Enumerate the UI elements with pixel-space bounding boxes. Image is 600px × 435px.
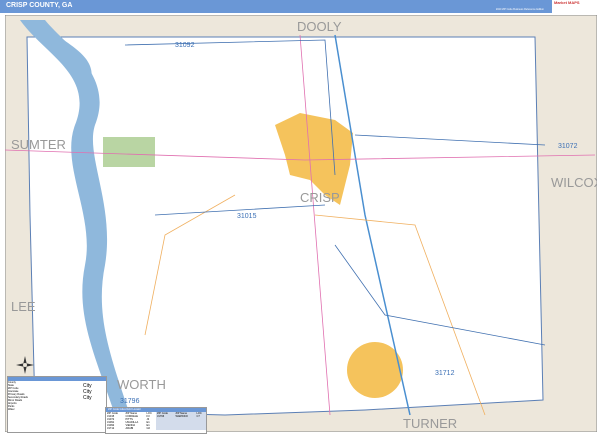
logo: Market MAPS: [554, 0, 580, 5]
legend-item: Water: [8, 408, 15, 411]
map-title: CRISP COUNTY, GA: [6, 2, 73, 9]
edition-label: 2020 ZIP Code Business Reference Edition: [495, 8, 544, 11]
county-label-turner: TURNER: [403, 416, 457, 431]
zip-label: 31092: [175, 42, 195, 49]
county-label-wilcox: WILCOX: [551, 175, 597, 190]
county-label-crisp: CRISP: [300, 190, 340, 205]
county-map[interactable]: DOOLY SUMTER WILCOX LEE TURNER WORTH CRI…: [5, 15, 597, 432]
legend: County State ZIP Code Interstate Primary…: [7, 376, 107, 433]
zip-label: 31796: [120, 398, 140, 405]
zip-label: 31712: [435, 370, 455, 377]
zip-label: 31072: [558, 143, 578, 150]
county-label-dooly: DOOLY: [297, 19, 342, 34]
county-label-sumter: SUMTER: [11, 137, 66, 152]
park: [103, 137, 155, 167]
zip-label: 31015: [237, 213, 257, 220]
city-arabi: [347, 342, 403, 398]
zip-index: ZIP Code Index/Grid Locator ZIP Code ZIP …: [105, 407, 207, 434]
legend-city: City: [83, 395, 92, 401]
county-label-worth: WORTH: [117, 377, 166, 392]
county-label-lee: LEE: [11, 299, 36, 314]
table-row: 31712 ARABI G6: [106, 427, 206, 430]
header-bar: CRISP COUNTY, GA 2020 ZIP Code Business …: [0, 0, 552, 13]
